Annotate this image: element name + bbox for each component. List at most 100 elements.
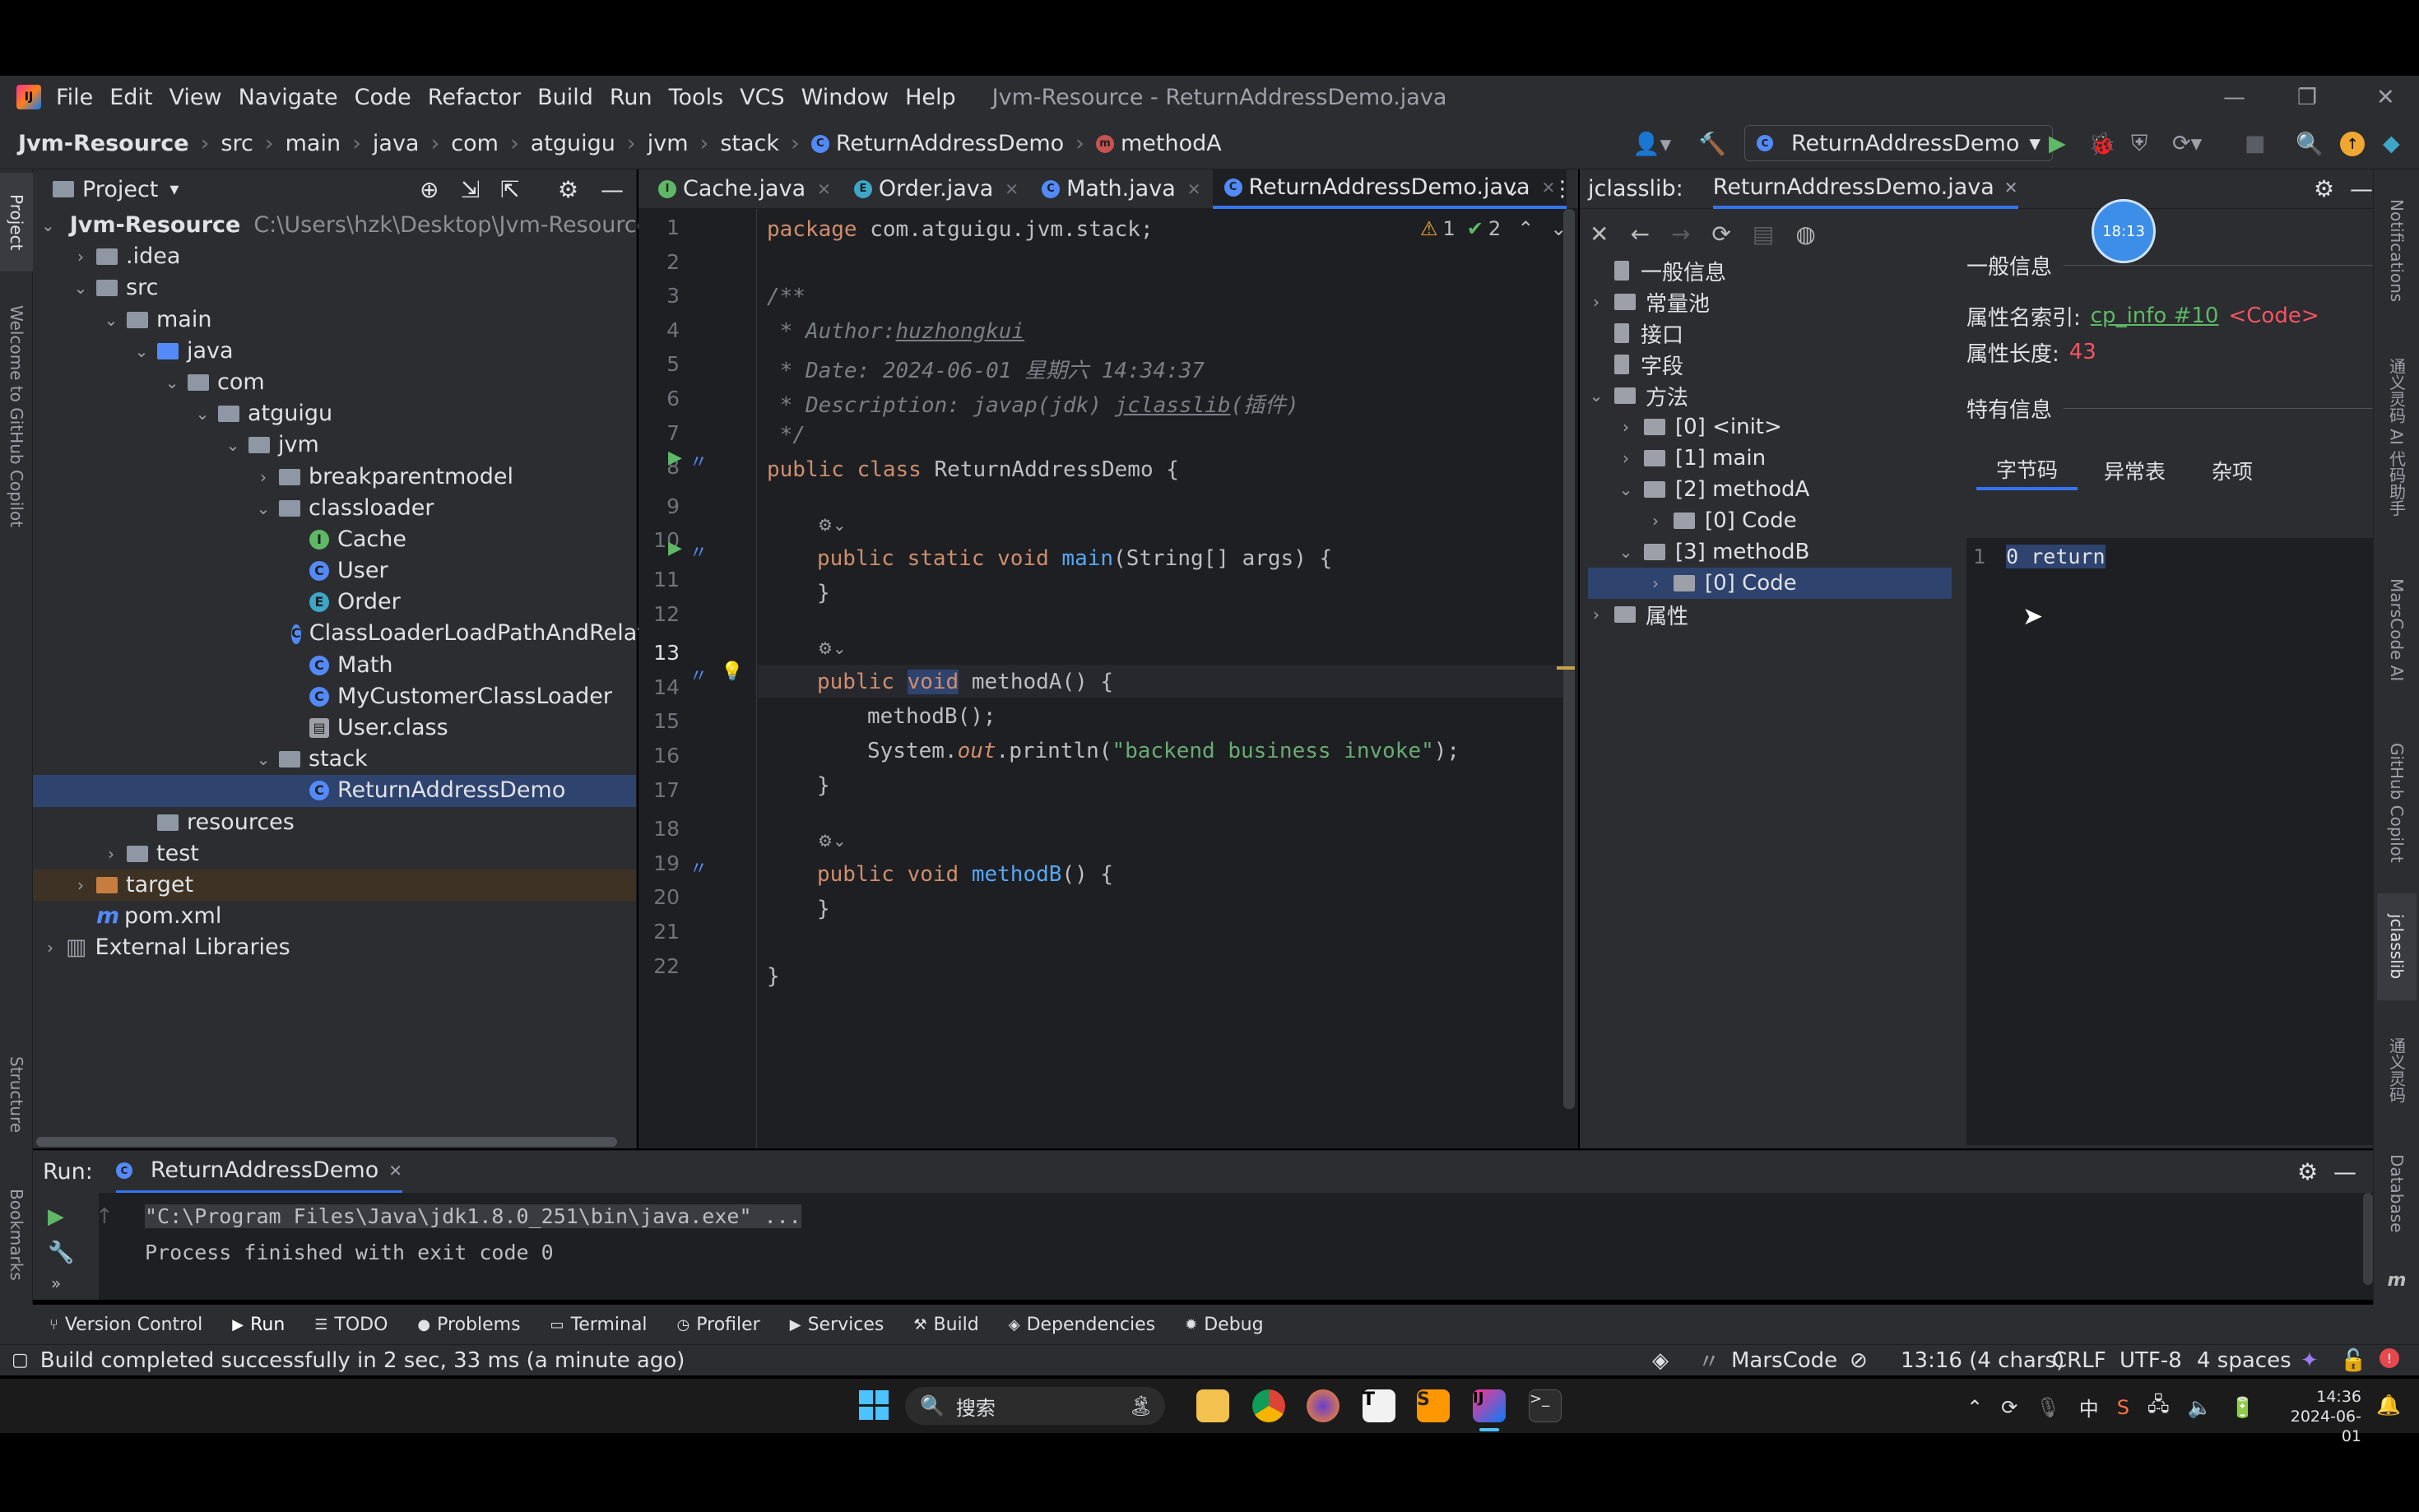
intellij-logo-icon[interactable]: IJ bbox=[16, 85, 41, 109]
close-tab-icon[interactable]: ✕ bbox=[388, 1161, 402, 1180]
notification-bell-icon[interactable]: 🔔 bbox=[2376, 1394, 2401, 1417]
line-separator[interactable]: CRLF bbox=[2052, 1348, 2106, 1373]
tree-node[interactable]: ⌄ classloader bbox=[33, 493, 636, 524]
close-icon[interactable]: ✕ bbox=[1590, 220, 1609, 248]
tool-debug[interactable]: ✹ Debug bbox=[1185, 1315, 1263, 1335]
debug-icon[interactable]: 🐞 bbox=[2088, 131, 2116, 157]
breadcrumb-item[interactable]: m methodA bbox=[1095, 131, 1222, 156]
jclasslib-tree-node[interactable]: 一般信息 bbox=[1580, 255, 1952, 286]
jclasslib-tree-node[interactable]: › 常量池 bbox=[1580, 286, 1952, 318]
hide-panel-icon[interactable]: — bbox=[2333, 1158, 2356, 1185]
intellij-taskbar-icon[interactable]: IJ bbox=[1473, 1389, 1506, 1422]
chevron-down-icon[interactable]: ⌄ bbox=[41, 210, 55, 241]
chevron-down-icon[interactable]: ⌄ bbox=[132, 336, 151, 367]
tool-todo[interactable]: ☰ TODO bbox=[314, 1315, 388, 1335]
chevron-down-icon[interactable]: ⌄ bbox=[1616, 480, 1636, 499]
browser-icon[interactable]: ◍ bbox=[1795, 220, 1815, 248]
tongyi-tool-button[interactable]: 通义灵码 AI 代码助手 bbox=[2380, 342, 2413, 531]
bytecode-subtab[interactable]: 字节码 bbox=[1976, 451, 2078, 490]
tree-node[interactable]: ⌄ Jvm-Resource C:\Users\hzk\Desktop\Jvm-Re… bbox=[33, 210, 650, 241]
jclasslib-tool-button[interactable]: jclasslib bbox=[2377, 893, 2417, 1000]
breadcrumb-item[interactable]: Jvm-Resource bbox=[18, 131, 189, 156]
battery-icon[interactable]: 🔋 bbox=[2231, 1396, 2255, 1419]
chevron-down-icon[interactable]: ⌄ bbox=[193, 398, 211, 429]
rerun-icon[interactable]: ▶ bbox=[48, 1204, 64, 1229]
project-tool-button[interactable]: Project bbox=[0, 173, 33, 271]
forward-arrow-icon[interactable]: → bbox=[1671, 220, 1690, 248]
tree-node[interactable]: m pom.xml bbox=[33, 901, 636, 932]
jclasslib-tab[interactable]: ReturnAddressDemo.java ✕ bbox=[1712, 169, 2018, 209]
tongyi-status-icon[interactable]: ✦ bbox=[2301, 1348, 2319, 1373]
lock-icon[interactable]: 🔓 bbox=[2340, 1348, 2366, 1373]
marscode-gutter-icon[interactable]: 〃 bbox=[689, 448, 708, 474]
plugin-icon[interactable]: ◆ bbox=[2383, 131, 2400, 156]
breadcrumb-item[interactable]: src bbox=[221, 131, 253, 156]
expand-all-icon[interactable]: ⇲ bbox=[461, 176, 480, 203]
maven-tool-button[interactable]: m bbox=[2380, 1264, 2413, 1296]
status-square-icon[interactable]: ▢ bbox=[12, 1350, 29, 1371]
breadcrumb-item[interactable]: main bbox=[286, 131, 341, 156]
chevron-up-icon[interactable]: ⌃ bbox=[1966, 1396, 1983, 1419]
tree-node[interactable]: › target bbox=[33, 869, 636, 902]
file-explorer-icon[interactable] bbox=[1196, 1389, 1229, 1422]
app-tray-icon[interactable]: S bbox=[2117, 1396, 2129, 1419]
caret-position[interactable]: 13:16 (4 chars) bbox=[1901, 1348, 2064, 1373]
menu-help[interactable]: Help bbox=[905, 85, 956, 110]
menu-refactor[interactable]: Refactor bbox=[428, 85, 521, 110]
editor-scrollbar[interactable] bbox=[1563, 209, 1575, 1109]
menu-navigate[interactable]: Navigate bbox=[239, 85, 338, 110]
chevron-down-icon[interactable]: ⌄ bbox=[72, 272, 90, 304]
close-tab-icon[interactable]: ✕ bbox=[1187, 179, 1201, 199]
bookmarks-tool-button[interactable]: Bookmarks bbox=[0, 1173, 33, 1296]
jclasslib-tree-node[interactable]: ⌄ 方法 bbox=[1580, 380, 1952, 411]
menu-file[interactable]: File bbox=[56, 85, 93, 110]
chevron-right-icon[interactable]: › bbox=[72, 241, 90, 272]
ai-hint-icon[interactable]: ⚙⌄ bbox=[818, 515, 847, 535]
hide-panel-icon[interactable]: — bbox=[2350, 175, 2373, 202]
microphone-icon[interactable]: 🎙 bbox=[2036, 1396, 2060, 1419]
jclasslib-tree-node[interactable]: › [0] <init> bbox=[1580, 411, 1952, 443]
jclasslib-tree-node[interactable]: ⌄ [3] methodB bbox=[1580, 536, 1952, 568]
close-tab-icon[interactable]: ✕ bbox=[1005, 179, 1019, 199]
locate-icon[interactable]: ⊕ bbox=[420, 176, 439, 203]
taskbar-search[interactable]: 🔍 搜索 🏝 bbox=[905, 1387, 1165, 1425]
user-icon[interactable]: 👤▾ bbox=[1632, 131, 1671, 157]
jclasslib-tree-node[interactable]: › 属性 bbox=[1580, 599, 1952, 630]
bytecode-subtab[interactable]: 杂项 bbox=[2192, 452, 2273, 489]
run-gutter-icon[interactable]: ▶ bbox=[668, 538, 682, 559]
editor-tab[interactable]: I Cache.java ✕ bbox=[647, 169, 843, 209]
sync-icon[interactable]: ⟳ bbox=[2001, 1396, 2017, 1419]
inspection-widget[interactable]: ⚠ 1 ✔ 2 ⌃ ⌄ bbox=[1420, 217, 1567, 240]
tree-node[interactable]: E Order bbox=[33, 587, 636, 618]
marscode-tool-button[interactable]: MarsCode AI bbox=[2380, 556, 2413, 704]
tree-node[interactable]: ▤ User.class bbox=[33, 712, 636, 744]
wrench-icon[interactable]: 🔧 bbox=[48, 1241, 74, 1265]
lightbulb-icon[interactable]: 💡 bbox=[721, 661, 743, 682]
menu-run[interactable]: Run bbox=[610, 85, 652, 110]
gear-icon[interactable]: ⚙ bbox=[558, 176, 578, 203]
copilot-disabled-icon[interactable]: ⊘ bbox=[1850, 1348, 1868, 1373]
file-encoding[interactable]: UTF-8 bbox=[2120, 1348, 2182, 1373]
tree-node[interactable]: ⌄ main bbox=[33, 304, 636, 336]
jclasslib-tree-node[interactable]: ⌄ [2] methodA bbox=[1580, 474, 1952, 505]
marscode-gutter-icon[interactable]: 〃 bbox=[689, 538, 708, 564]
tool-services[interactable]: ▶ Services bbox=[790, 1315, 884, 1335]
gear-icon[interactable]: ⚙ bbox=[2314, 175, 2334, 202]
marscode-gutter-icon[interactable]: 〃 bbox=[689, 661, 708, 688]
hide-panel-icon[interactable]: — bbox=[601, 176, 624, 203]
windows-start-icon[interactable] bbox=[859, 1390, 889, 1420]
run-console[interactable]: ▶ ↑ 🔧 » "C:\Program Files\Java\jdk1.8.0_… bbox=[33, 1193, 2373, 1300]
volume-icon[interactable]: 🔈 bbox=[2188, 1396, 2212, 1419]
chevron-right-icon[interactable]: › bbox=[1616, 417, 1636, 437]
run-gutter-icon[interactable]: ▶ bbox=[668, 448, 682, 468]
menu-view[interactable]: View bbox=[169, 85, 221, 110]
marscode-status[interactable]: MarsCode bbox=[1731, 1348, 1837, 1373]
back-arrow-icon[interactable]: ← bbox=[1630, 220, 1649, 248]
tree-node[interactable]: › .idea bbox=[33, 241, 636, 272]
marscode-icon[interactable]: 〃 bbox=[1698, 1345, 1720, 1375]
tree-node[interactable]: ⌄ stack bbox=[33, 744, 636, 775]
tool-profiler[interactable]: ◷ Profiler bbox=[677, 1315, 760, 1335]
tree-node[interactable]: C ReturnAddressDemo bbox=[33, 775, 636, 807]
error-icon[interactable]: ! bbox=[2380, 1348, 2399, 1368]
chevron-down-icon[interactable]: ⌄ bbox=[224, 429, 242, 461]
